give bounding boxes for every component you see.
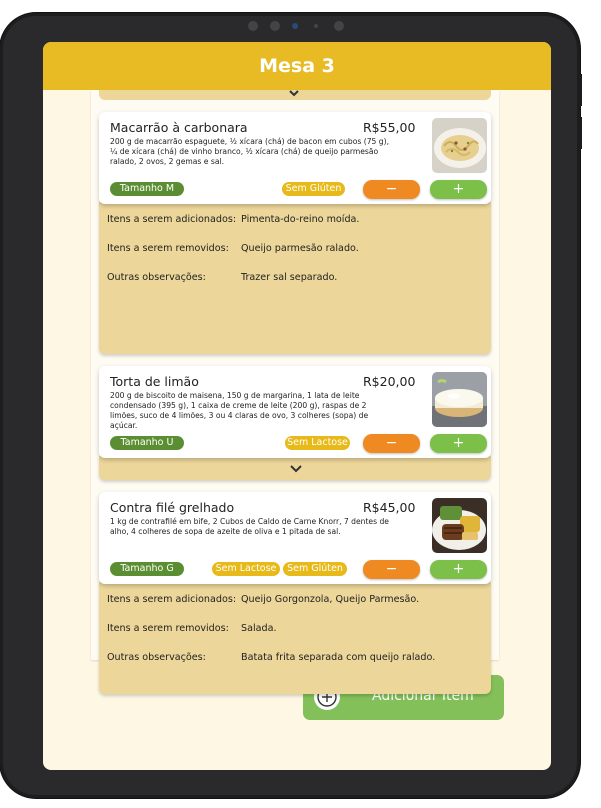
item-description: 200 g de macarrão espaguete, ½ xícara (c… xyxy=(110,137,389,166)
page-title: Mesa 3 xyxy=(259,55,335,77)
decrease-quantity-button[interactable]: − xyxy=(363,180,420,199)
header-bar: Mesa 3 xyxy=(43,42,551,90)
details-value: Salada. xyxy=(241,623,277,634)
chevron-down-icon[interactable] xyxy=(289,464,303,473)
item-price: R$45,00 xyxy=(363,500,416,515)
details-label: Itens a serem adicionados: xyxy=(107,594,237,605)
details-value: Trazer sal separado. xyxy=(241,272,338,283)
details-label: Itens a serem removidos: xyxy=(107,623,229,634)
decrease-quantity-button[interactable]: − xyxy=(363,434,420,453)
diet-tag: Sem Lactose xyxy=(285,436,350,450)
camera-lens xyxy=(292,23,298,29)
collapsed-drawer[interactable] xyxy=(99,90,491,100)
app-screen: Mesa 3 Macarrão à carbonara R$55,00 200 … xyxy=(43,42,551,770)
item-details-drawer: Itens a serem adicionados: Queijo Gorgon… xyxy=(99,582,491,694)
details-value: Queijo parmesão ralado. xyxy=(241,243,359,254)
item-name: Contra filé grelhado xyxy=(110,500,235,515)
increase-quantity-button[interactable]: + xyxy=(430,434,487,453)
increase-quantity-button[interactable]: + xyxy=(430,180,487,199)
order-item-card[interactable]: Torta de limão R$20,00 200 g de biscoito… xyxy=(99,366,491,458)
size-badge: Tamanho M xyxy=(110,182,184,196)
increase-quantity-button[interactable]: + xyxy=(430,560,487,579)
camera-dot xyxy=(270,21,280,31)
details-label: Itens a serem removidos: xyxy=(107,243,229,254)
diet-tag: Sem Glúten xyxy=(282,182,345,196)
details-label: Outras observações: xyxy=(107,652,206,663)
sensor-dot xyxy=(314,24,318,28)
order-item-list[interactable]: Macarrão à carbonara R$55,00 200 g de ma… xyxy=(91,90,499,694)
size-badge: Tamanho G xyxy=(110,562,184,576)
item-photo xyxy=(432,498,487,553)
details-value: Pimenta-do-reino moída. xyxy=(241,214,360,225)
side-button xyxy=(578,117,582,149)
size-badge: Tamanho U xyxy=(110,436,184,450)
item-photo xyxy=(432,372,487,427)
item-description: 1 kg de contrafilé em bife, 2 Cubos de C… xyxy=(110,517,389,536)
item-price: R$20,00 xyxy=(363,374,416,389)
camera-dot xyxy=(248,21,258,31)
order-item-card[interactable]: Macarrão à carbonara R$55,00 200 g de ma… xyxy=(99,112,491,204)
details-value: Queijo Gorgonzola, Queijo Parmesão. xyxy=(241,594,420,605)
side-button xyxy=(578,74,582,106)
decrease-quantity-button[interactable]: − xyxy=(363,560,420,579)
camera-dot xyxy=(334,21,344,31)
item-photo xyxy=(432,118,487,173)
diet-tag: Sem Glúten xyxy=(283,562,347,576)
details-label: Outras observações: xyxy=(107,272,206,283)
item-details-drawer: Itens a serem adicionados: Pimenta-do-re… xyxy=(99,202,491,354)
item-description: 200 g de biscoito de maisena, 150 g de m… xyxy=(110,391,369,430)
collapsed-drawer[interactable] xyxy=(99,456,491,480)
details-label: Itens a serem adicionados: xyxy=(107,214,237,225)
order-item-card[interactable]: Contra filé grelhado R$45,00 1 kg de con… xyxy=(99,492,491,584)
details-value: Batata frita separada com queijo ralado. xyxy=(241,652,436,663)
chevron-down-icon[interactable] xyxy=(288,89,300,97)
diet-tag: Sem Lactose xyxy=(212,562,280,576)
item-name: Macarrão à carbonara xyxy=(110,120,248,135)
item-name: Torta de limão xyxy=(110,374,199,389)
item-price: R$55,00 xyxy=(363,120,416,135)
